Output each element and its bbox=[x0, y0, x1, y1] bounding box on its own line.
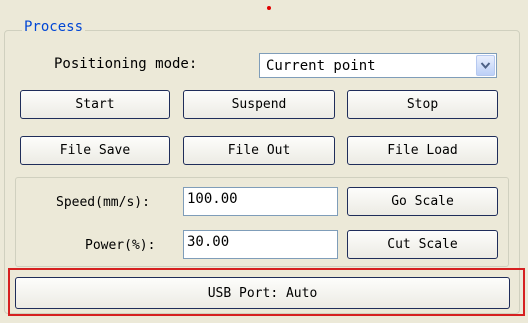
file-load-button[interactable]: File Load bbox=[347, 136, 498, 165]
positioning-mode-dropdown[interactable]: Current point bbox=[259, 53, 497, 78]
process-group-title: Process bbox=[22, 19, 86, 35]
speed-input[interactable]: 100.00 bbox=[183, 187, 338, 216]
file-save-button[interactable]: File Save bbox=[20, 136, 170, 165]
stop-button[interactable]: Stop bbox=[347, 90, 498, 119]
usb-port-button[interactable]: USB Port: Auto bbox=[15, 277, 510, 309]
suspend-button[interactable]: Suspend bbox=[183, 90, 335, 119]
go-scale-button[interactable]: Go Scale bbox=[347, 187, 498, 216]
file-out-button[interactable]: File Out bbox=[183, 136, 335, 165]
power-input[interactable]: 30.00 bbox=[183, 230, 338, 259]
process-panel: Process Positioning mode: Current point … bbox=[0, 0, 528, 323]
positioning-mode-label: Positioning mode: bbox=[54, 56, 198, 72]
speed-label: Speed(mm/s): bbox=[56, 195, 150, 210]
chevron-down-icon bbox=[480, 62, 491, 70]
positioning-mode-value: Current point bbox=[266, 58, 376, 74]
dropdown-arrow-button[interactable] bbox=[476, 55, 495, 76]
power-label: Power(%): bbox=[85, 238, 156, 253]
start-button[interactable]: Start bbox=[20, 90, 170, 119]
cut-scale-button[interactable]: Cut Scale bbox=[347, 230, 498, 259]
red-marker-dot bbox=[267, 6, 271, 10]
